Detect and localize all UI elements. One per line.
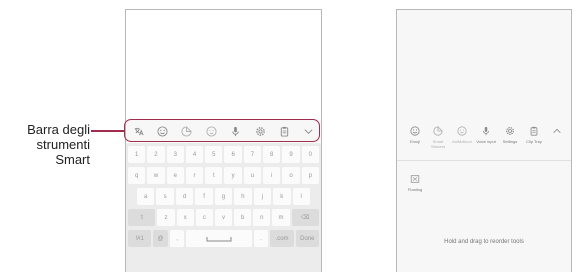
translate-icon[interactable]: [128, 122, 148, 140]
key[interactable]: f: [195, 188, 213, 205]
key[interactable]: 1: [128, 146, 146, 163]
key[interactable]: j: [253, 188, 272, 205]
dotcom-key[interactable]: .com: [270, 230, 294, 247]
gif-icon: [457, 126, 467, 136]
clipboard-icon[interactable]: [274, 122, 294, 140]
callout-label: Barra degli strumenti Smart: [27, 122, 90, 167]
key[interactable]: s: [156, 188, 174, 205]
key[interactable]: e: [166, 167, 184, 184]
keyboard-row-bottom: ⇧ z x c v b n m ⌫: [128, 209, 319, 226]
key[interactable]: 2: [147, 146, 165, 163]
callout-line-2: strumenti: [36, 137, 90, 152]
toolbar-divider: [397, 160, 571, 161]
key[interactable]: 4: [185, 146, 204, 163]
tool-label: Settings: [502, 139, 518, 144]
key[interactable]: i: [263, 167, 281, 184]
key[interactable]: n: [253, 209, 271, 226]
key[interactable]: h: [234, 188, 252, 205]
key[interactable]: 3: [166, 146, 184, 163]
key[interactable]: x: [176, 209, 194, 226]
tool-label: Floating: [407, 187, 423, 192]
key[interactable]: t: [205, 167, 223, 184]
reorder-hint: Hold and drag to reorder tools: [444, 239, 524, 245]
callout-line-3: Smart: [55, 152, 90, 167]
gif-icon[interactable]: [201, 122, 221, 140]
key[interactable]: g: [214, 188, 233, 205]
key[interactable]: 7: [243, 146, 262, 163]
key[interactable]: q: [128, 167, 146, 184]
shift-key[interactable]: ⇧: [128, 209, 156, 226]
at-key[interactable]: @: [153, 230, 168, 247]
emoji-icon[interactable]: [153, 122, 173, 140]
callout-line-1: Barra degli: [27, 122, 90, 137]
tool-clip-tray[interactable]: Clip Tray: [522, 126, 546, 144]
tool-animoticon[interactable]: AniMoticon: [450, 126, 474, 144]
space-bar-icon: [206, 236, 232, 241]
key[interactable]: z: [157, 209, 175, 226]
backspace-key[interactable]: ⌫: [291, 209, 319, 226]
key[interactable]: b: [234, 209, 252, 226]
microphone-icon[interactable]: [226, 122, 246, 140]
smart-toolbar: [126, 120, 321, 142]
key[interactable]: 9: [282, 146, 300, 163]
key[interactable]: m: [272, 209, 290, 226]
key[interactable]: 5: [205, 146, 223, 163]
phone-keyboard-view: 1 2 3 4 5 6 7 8 9 0 q w e r t y u i o p …: [124, 9, 322, 272]
chevron-down-icon[interactable]: [299, 122, 319, 140]
sticker-icon[interactable]: [177, 122, 197, 140]
floating-icon: [410, 175, 420, 183]
key[interactable]: r: [185, 167, 204, 184]
tool-emoji[interactable]: Emoji: [403, 126, 427, 144]
key[interactable]: y: [224, 167, 242, 184]
tool-settings[interactable]: Settings: [498, 126, 522, 144]
key[interactable]: 0: [301, 146, 319, 163]
tool-smart-stickers[interactable]: Smart Stickers: [426, 126, 450, 149]
tool-voice-input[interactable]: Voice input: [474, 126, 498, 144]
sticker-icon: [433, 126, 443, 136]
chevron-up-icon: [553, 128, 561, 133]
phone-edit-toolbar-view: Emoji Smart Stickers AniMoticon Voice in…: [396, 9, 572, 272]
key[interactable]: u: [243, 167, 262, 184]
key[interactable]: a: [137, 188, 155, 205]
emoji-icon: [410, 126, 420, 136]
settings-gear-icon[interactable]: [250, 122, 270, 140]
keyboard-row-middle: a s d f g h j k l: [128, 188, 319, 205]
tool-label: Smart Stickers: [430, 139, 446, 149]
symbols-key[interactable]: !#1: [128, 230, 152, 247]
keyboard-row-space: !#1 @ , . .com Done: [128, 230, 319, 247]
keyboard: 1 2 3 4 5 6 7 8 9 0 q w e r t y u i o p …: [126, 143, 321, 272]
key[interactable]: k: [273, 188, 291, 205]
key[interactable]: w: [147, 167, 165, 184]
tool-label: Clip Tray: [526, 139, 542, 144]
key[interactable]: o: [282, 167, 300, 184]
comma-key[interactable]: ,: [169, 230, 185, 247]
key[interactable]: 6: [224, 146, 242, 163]
callout-leader-line: [91, 130, 124, 132]
settings-gear-icon: [506, 127, 514, 135]
done-key[interactable]: Done: [295, 230, 319, 247]
key[interactable]: v: [214, 209, 233, 226]
tool-label: Emoji: [409, 139, 420, 144]
microphone-icon: [483, 126, 489, 136]
period-key[interactable]: .: [253, 230, 269, 247]
collapse-button[interactable]: [545, 126, 569, 136]
tool-floating[interactable]: Floating: [403, 174, 427, 192]
space-key[interactable]: [186, 230, 252, 247]
clipboard-icon: [530, 126, 538, 136]
key[interactable]: p: [301, 167, 319, 184]
key[interactable]: 8: [263, 146, 281, 163]
keyboard-row-numbers: 1 2 3 4 5 6 7 8 9 0: [128, 146, 319, 163]
tool-label: AniMoticon: [452, 139, 472, 144]
key[interactable]: d: [175, 188, 194, 205]
key[interactable]: l: [292, 188, 310, 205]
tool-label: Voice input: [476, 139, 496, 144]
key[interactable]: c: [195, 209, 213, 226]
keyboard-row-top: q w e r t y u i o p: [128, 167, 319, 184]
